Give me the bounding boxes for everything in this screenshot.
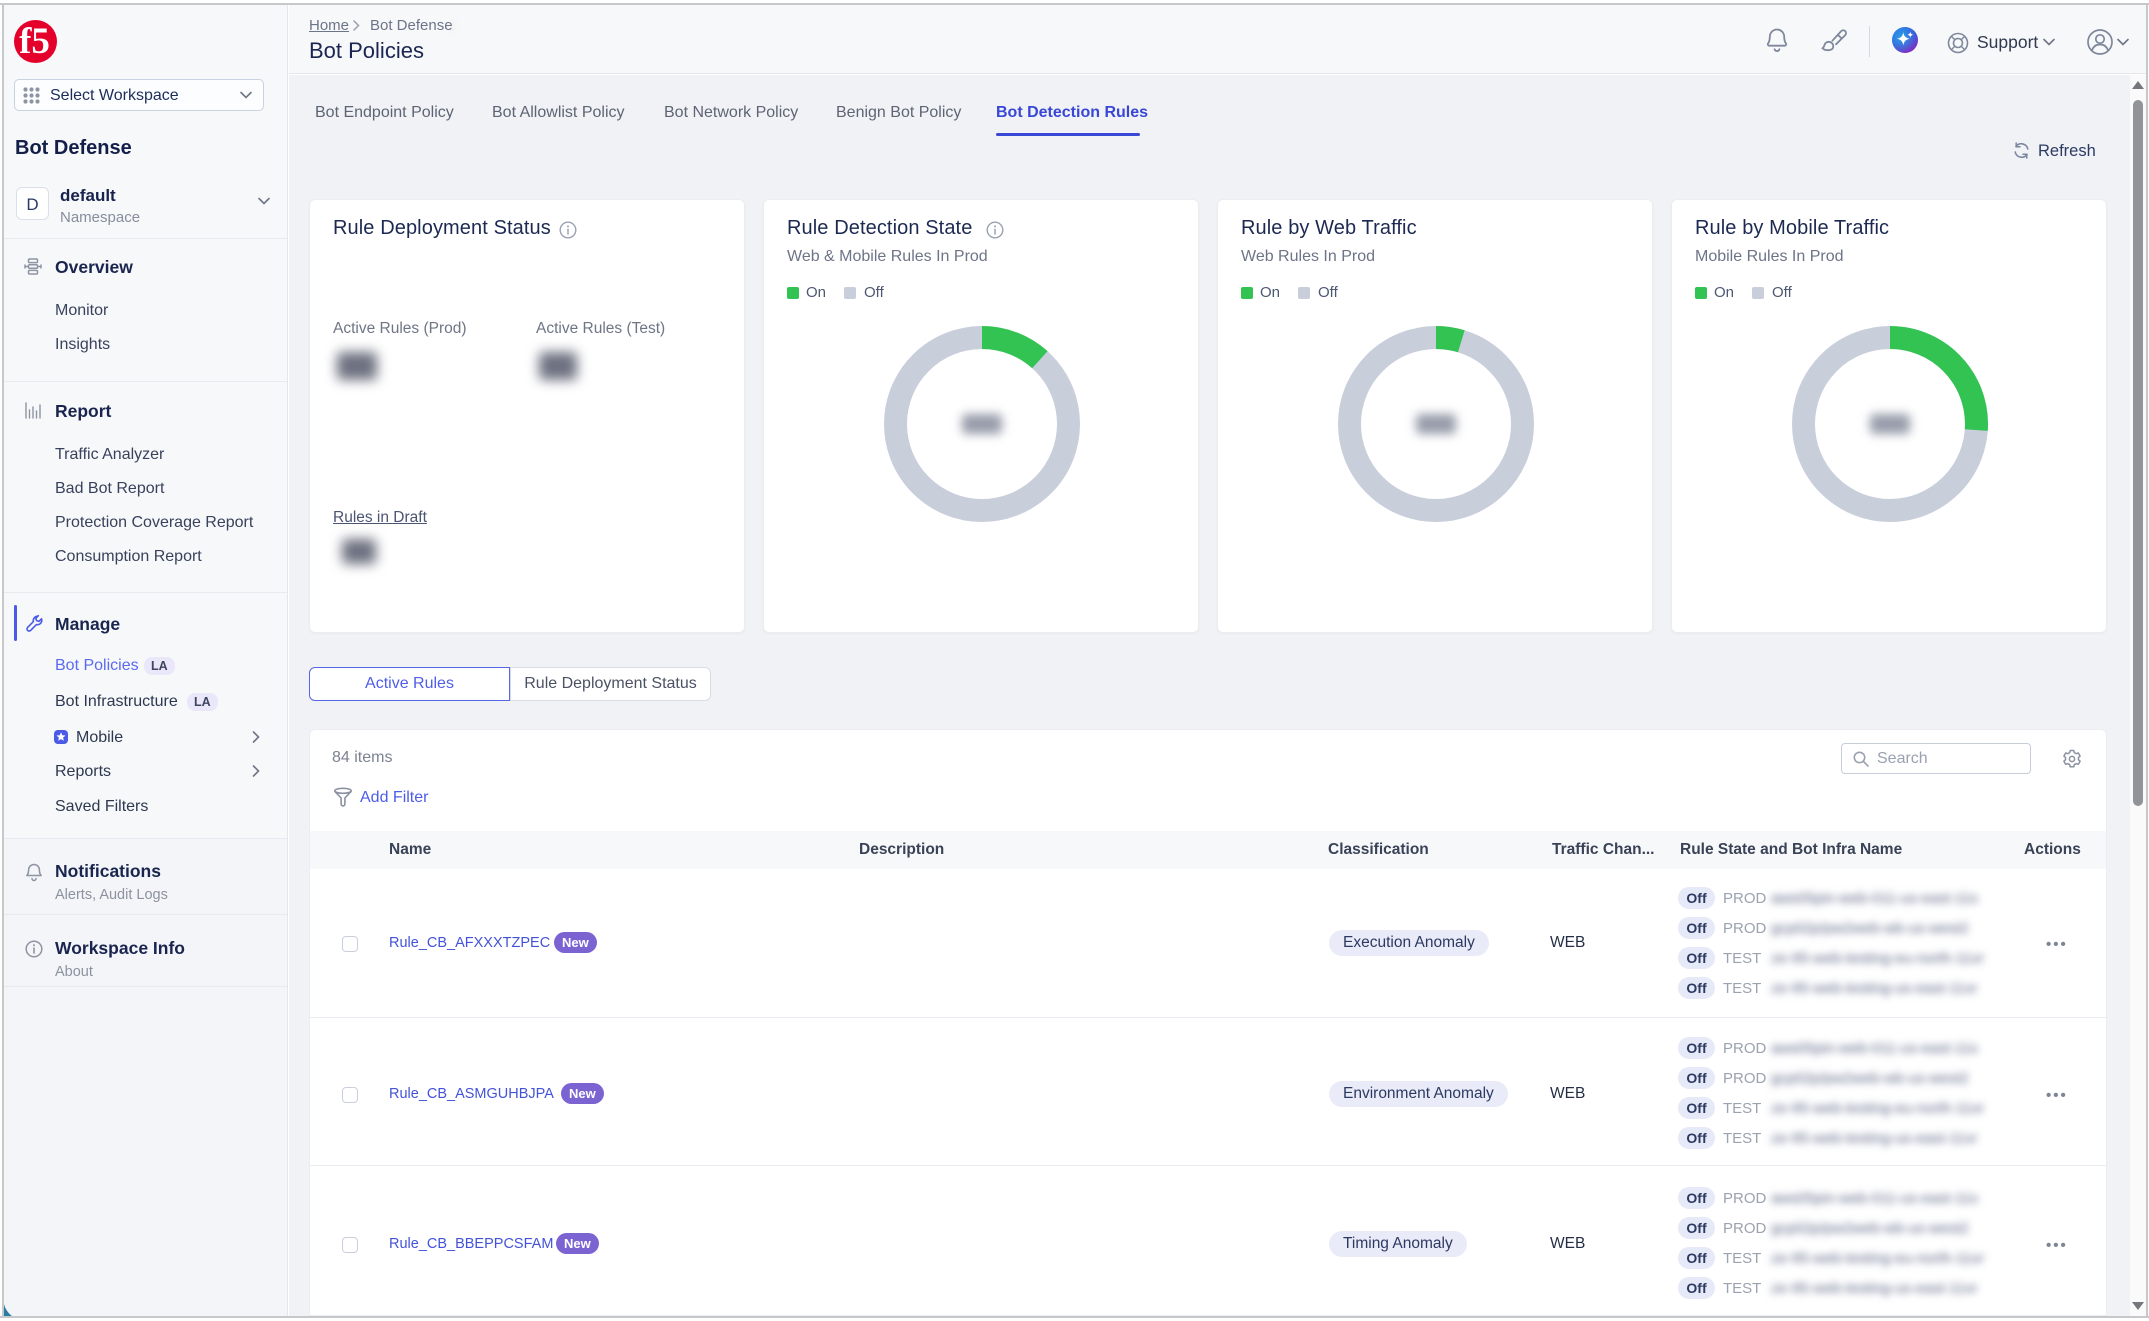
svg-text:f5: f5 — [19, 21, 50, 62]
